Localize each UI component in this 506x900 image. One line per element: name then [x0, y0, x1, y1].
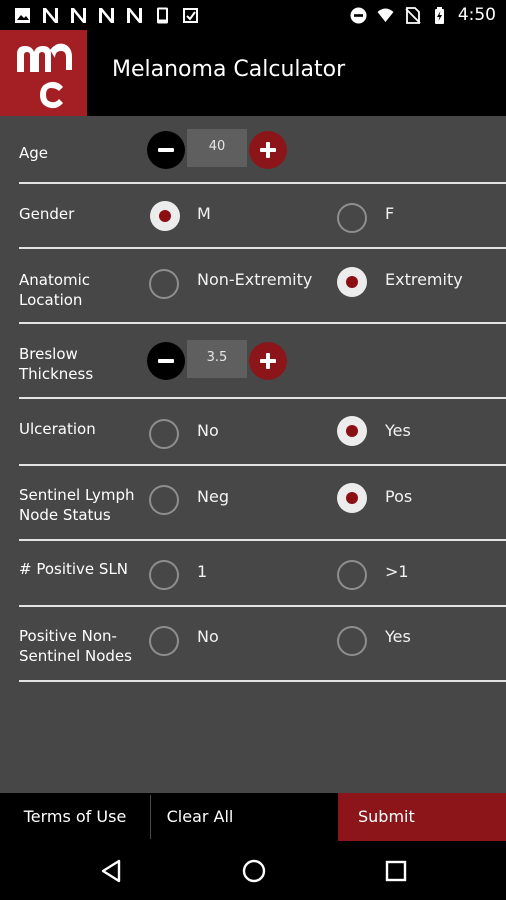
gender-row: Gender M F [0, 184, 506, 249]
wifi-icon [377, 8, 394, 22]
divider [19, 680, 506, 682]
submit-button[interactable]: Submit [338, 793, 506, 841]
app-title: Melanoma Calculator [112, 57, 346, 82]
ulceration-yes-label: Yes [385, 421, 411, 440]
non-sentinel-label: Positive Non-Sentinel Nodes [19, 627, 132, 665]
positive-sln-label: # Positive SLN [19, 560, 129, 578]
sentinel-pos-radio[interactable] [337, 483, 367, 513]
clear-all-button[interactable]: Clear All [151, 793, 249, 841]
do-not-disturb-icon [350, 7, 367, 23]
ulceration-no-label: No [197, 421, 219, 440]
phone-icon [157, 7, 168, 24]
n-icon [43, 8, 58, 23]
app-bar: Melanoma Calculator [0, 30, 506, 116]
home-icon[interactable] [241, 858, 267, 884]
breslow-input[interactable]: 3.5 [187, 340, 247, 378]
system-navigation-bar [0, 841, 506, 900]
location-row: Anatomic Location Non-Extremity Extremit… [0, 249, 506, 324]
n-icon [127, 8, 142, 23]
positive-sln-1-label: 1 [197, 562, 208, 581]
sentinel-pos-label: Pos [385, 487, 413, 506]
ulceration-no-radio[interactable] [149, 419, 179, 449]
age-row: Age 40 [0, 116, 506, 184]
battery-icon [434, 6, 444, 24]
breslow-row: Breslow Thickness 3.5 [0, 324, 506, 399]
sentinel-label: Sentinel Lymph Node Status [19, 486, 135, 524]
recents-icon[interactable] [383, 858, 409, 884]
age-decrement-button[interactable] [147, 131, 185, 169]
action-bar: Terms of Use Clear All Submit [0, 793, 506, 841]
age-input[interactable]: 40 [187, 129, 247, 167]
breslow-increment-button[interactable] [249, 342, 287, 380]
mc-logo-icon [17, 43, 72, 109]
positive-sln-gt1-radio[interactable] [337, 560, 367, 590]
location-extremity-label: Extremity [385, 270, 463, 289]
no-sim-icon [405, 6, 421, 24]
location-extremity-radio[interactable] [337, 267, 367, 297]
non-sentinel-no-radio[interactable] [149, 626, 179, 656]
ulceration-row: Ulceration No Yes [0, 399, 506, 466]
location-non-extremity-label: Non-Extremity [197, 270, 313, 289]
gender-m-label: M [197, 204, 211, 223]
ulceration-yes-radio[interactable] [337, 416, 367, 446]
system-icons: 4:50 [350, 4, 496, 26]
location-non-extremity-radio[interactable] [149, 269, 179, 299]
positive-sln-row: # Positive SLN 1 >1 [0, 541, 506, 607]
gender-f-radio[interactable] [337, 203, 367, 233]
non-sentinel-no-label: No [197, 627, 219, 646]
location-label: Anatomic Location [19, 271, 91, 309]
positive-sln-1-radio[interactable] [149, 560, 179, 590]
non-sentinel-yes-radio[interactable] [337, 626, 367, 656]
gender-f-label: F [385, 204, 395, 223]
non-sentinel-row: Positive Non-Sentinel Nodes No Yes [0, 607, 506, 682]
sentinel-row: Sentinel Lymph Node Status Neg Pos [0, 466, 506, 541]
breslow-decrement-button[interactable] [147, 342, 185, 380]
non-sentinel-yes-label: Yes [385, 627, 411, 646]
sentinel-neg-radio[interactable] [149, 485, 179, 515]
age-label: Age [19, 144, 49, 162]
positive-sln-gt1-label: >1 [385, 562, 409, 581]
notification-icons [14, 7, 199, 24]
check-clipboard-icon [183, 8, 198, 23]
image-icon [15, 8, 30, 23]
terms-of-use-button[interactable]: Terms of Use [0, 793, 150, 841]
clock: 4:50 [457, 5, 496, 25]
sentinel-neg-label: Neg [197, 487, 229, 506]
n-icon [71, 8, 86, 23]
gender-label: Gender [19, 205, 75, 223]
ulceration-label: Ulceration [19, 420, 96, 438]
mc-logo [0, 30, 87, 116]
n-icon [99, 8, 114, 23]
back-icon[interactable] [99, 858, 125, 884]
status-bar: 4:50 [0, 0, 506, 30]
gender-m-radio[interactable] [150, 201, 180, 231]
breslow-label: Breslow Thickness [19, 345, 94, 383]
age-increment-button[interactable] [249, 131, 287, 169]
